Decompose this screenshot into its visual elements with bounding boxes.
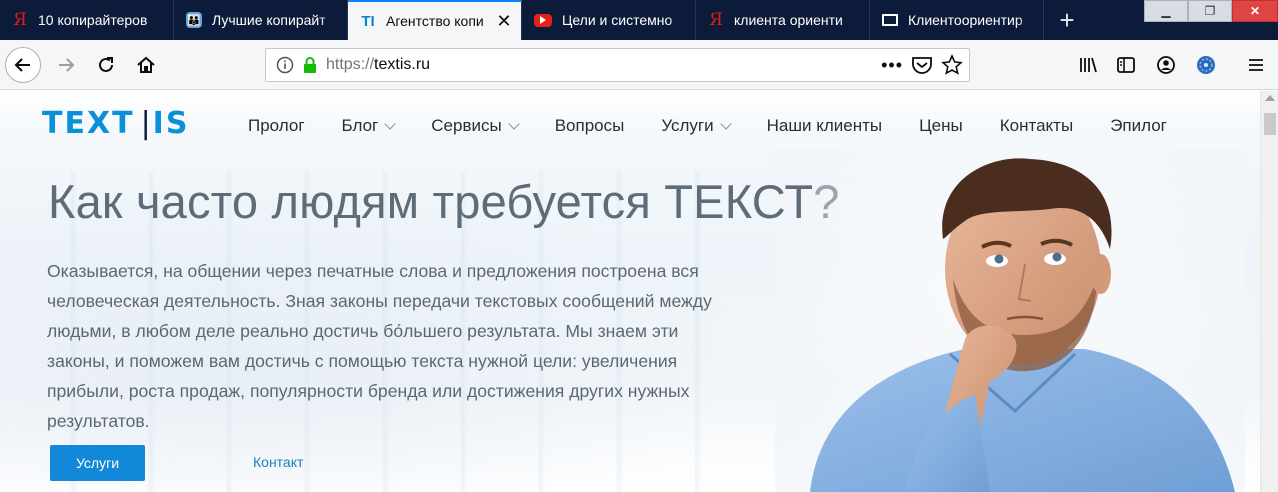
sidebar-icon	[1117, 57, 1135, 73]
tab-5[interactable]: Клиентоориентир	[870, 0, 1044, 40]
reload-icon	[99, 57, 113, 72]
menu-item-services[interactable]: Сервисы	[431, 116, 520, 136]
logo-text: TEXT	[42, 106, 135, 141]
account-icon	[1157, 56, 1175, 74]
menu-item-clients[interactable]: Наши клиенты	[767, 116, 882, 136]
menu-item-prices[interactable]: Цены	[919, 116, 963, 136]
tab-2-active[interactable]: TI Агентство копи ✕	[348, 0, 522, 40]
hero-headline: Как часто людям требуется ТЕКСТ?	[48, 174, 840, 229]
hero-photo-thinking-man	[775, 149, 1245, 492]
menu-label: Контакты	[999, 116, 1074, 135]
main-menu: Пролог Блог Сервисы Вопросы Услуги Наши …	[248, 116, 1167, 136]
library-button[interactable]	[1073, 49, 1105, 81]
window-controls: ▁ ❐ ✕	[1144, 0, 1278, 22]
scrollbar-thumb[interactable]	[1264, 113, 1276, 135]
pocket-icon[interactable]	[911, 55, 933, 75]
menu-label: Сервисы	[431, 116, 502, 135]
close-tab-icon[interactable]: ✕	[495, 11, 513, 31]
tab-strip: Я 10 копирайтеров 👪 Лучшие копирайт TI А…	[0, 0, 1278, 40]
menu-item-contacts[interactable]: Контакты	[1000, 116, 1073, 136]
tab-label: Лучшие копирайт	[212, 12, 326, 28]
menu-item-offers[interactable]: Услуги	[661, 116, 732, 136]
tab-1[interactable]: 👪 Лучшие копирайт	[174, 0, 348, 40]
logo-suffix: IS	[152, 106, 190, 141]
page-actions-icon[interactable]: •••	[881, 55, 903, 76]
info-icon[interactable]	[276, 56, 294, 74]
menu-label: Эпилог	[1110, 116, 1167, 135]
menu-item-prolog[interactable]: Пролог	[248, 116, 305, 136]
forward-button[interactable]	[50, 49, 82, 81]
url-scheme: https://	[326, 56, 375, 73]
back-arrow-icon	[14, 58, 30, 72]
yandex-icon: Я	[13, 10, 27, 30]
tab-label: 10 копирайтеров	[38, 12, 148, 28]
account-button[interactable]	[1150, 49, 1182, 81]
chevron-down-icon	[384, 118, 396, 130]
scroll-up-arrow-icon[interactable]	[1265, 95, 1275, 101]
menu-item-questions[interactable]: Вопросы	[555, 116, 625, 136]
extension-button[interactable]	[1190, 49, 1222, 81]
menu-button[interactable]	[1240, 49, 1272, 81]
forward-arrow-icon	[59, 58, 75, 72]
home-icon	[137, 56, 155, 73]
tab-label: Клиентоориентир	[908, 12, 1023, 28]
menu-label: Вопросы	[554, 116, 625, 135]
menu-label: Пролог	[248, 116, 305, 135]
reload-button[interactable]	[90, 49, 122, 81]
menu-label: Цены	[919, 116, 963, 135]
yandex-icon: Я	[709, 10, 723, 30]
tab-0[interactable]: Я 10 копирайтеров	[0, 0, 174, 40]
menu-label: Блог	[341, 116, 379, 135]
logo-bar: |	[140, 106, 153, 141]
tab-label: Агентство копи	[386, 13, 484, 29]
textis-icon: TI	[361, 12, 375, 30]
chevron-down-icon	[719, 118, 732, 130]
library-icon	[1080, 57, 1097, 73]
hamburger-icon	[1249, 59, 1263, 71]
people-icon: 👪	[186, 12, 202, 28]
url-bar[interactable]: https://textis.ru •••	[265, 48, 970, 82]
contact-link[interactable]: Контакт	[253, 454, 303, 470]
url-text: https://textis.ru	[326, 56, 430, 74]
home-button[interactable]	[130, 49, 162, 81]
globe-extension-icon	[1197, 56, 1215, 74]
web-page: TEXT |IS Пролог Блог Сервисы Вопросы Услу…	[0, 91, 1260, 492]
monitor-icon	[882, 14, 898, 26]
tab-3[interactable]: Цели и системно	[522, 0, 696, 40]
close-window-icon[interactable]: ✕	[1232, 0, 1278, 22]
sidebar-button[interactable]	[1110, 49, 1142, 81]
headline-mark: ?	[813, 175, 840, 228]
hero-lead-text: Оказывается, на общении через печатные с…	[47, 261, 712, 431]
headline-text: Как часто людям требуется ТЕКСТ	[48, 175, 814, 228]
lock-icon[interactable]	[302, 56, 318, 74]
back-button[interactable]	[5, 47, 41, 83]
page-scrollbar[interactable]	[1260, 91, 1278, 492]
bookmark-star-icon[interactable]	[941, 54, 963, 76]
url-host: textis.ru	[374, 56, 431, 73]
minimize-icon[interactable]: ▁	[1144, 0, 1188, 22]
menu-label: Наши клиенты	[766, 116, 883, 135]
tab-label: клиента ориенти	[734, 12, 843, 28]
site-logo[interactable]: TEXT |IS	[42, 106, 189, 141]
menu-label: Услуги	[661, 116, 714, 135]
youtube-icon	[534, 13, 552, 27]
restore-icon[interactable]: ❐	[1188, 0, 1232, 22]
tab-label: Цели и системно	[562, 12, 673, 28]
tab-4[interactable]: Я клиента ориенти	[696, 0, 870, 40]
chevron-down-icon	[508, 118, 520, 130]
menu-item-epilog[interactable]: Эпилог	[1110, 116, 1167, 136]
new-tab-button[interactable]: +	[1044, 0, 1090, 40]
menu-item-blog[interactable]: Блог	[341, 116, 396, 136]
navigation-toolbar: https://textis.ru •••	[0, 40, 1278, 90]
services-button[interactable]: Услуги	[50, 445, 145, 481]
